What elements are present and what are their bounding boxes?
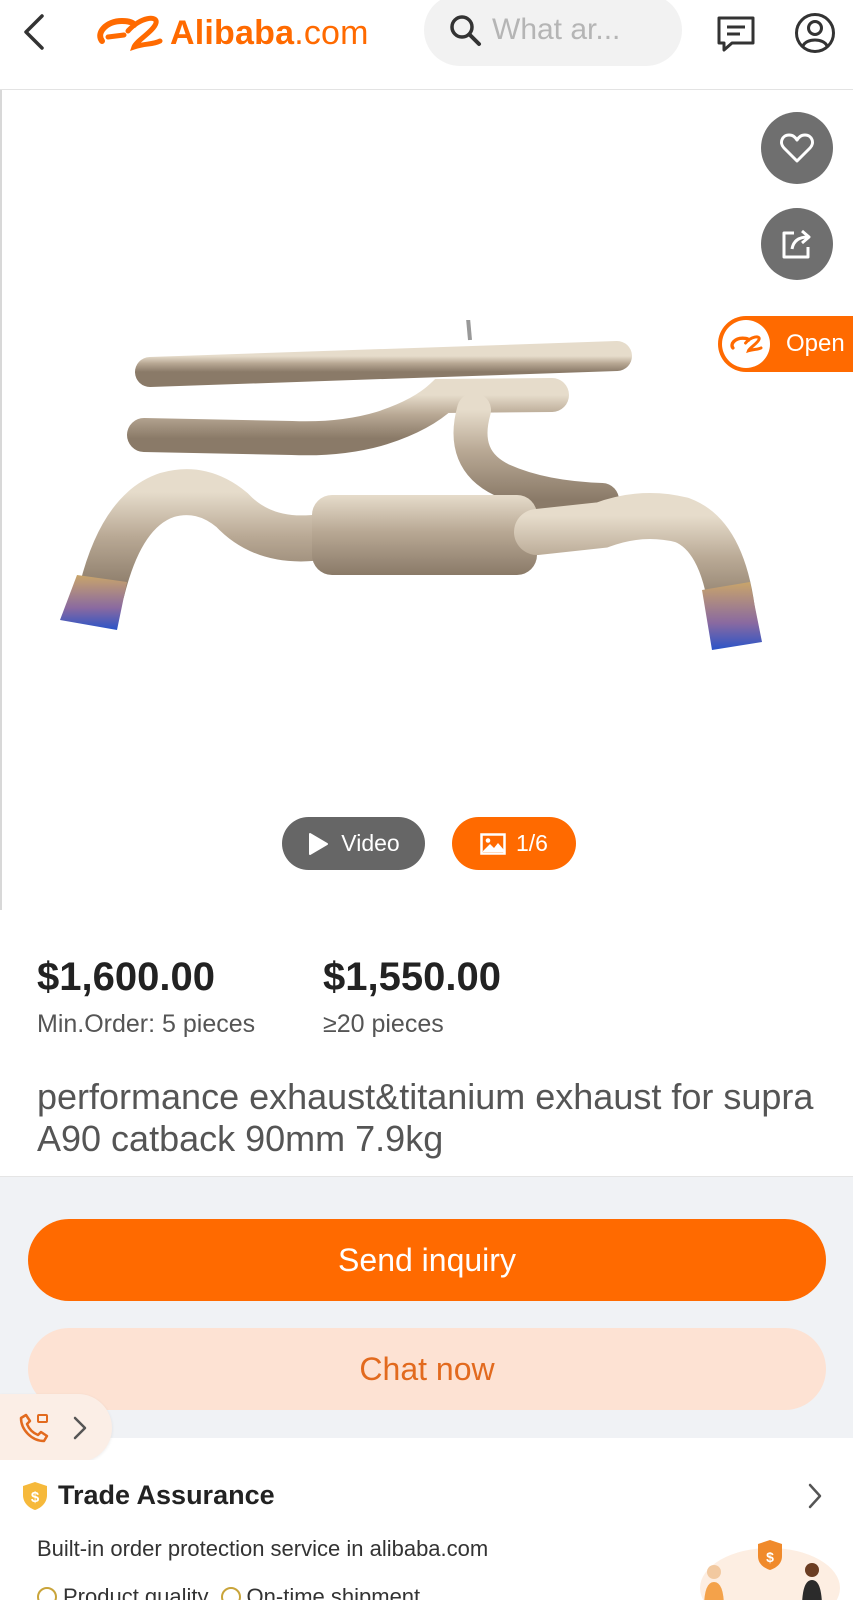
top-bar: Alibaba.com bbox=[0, 0, 853, 90]
play-icon bbox=[309, 832, 329, 855]
shield-dollar-icon: $ bbox=[23, 1481, 47, 1510]
trade-assurance-features: Product quality On-time shipment bbox=[37, 1584, 420, 1600]
logo-text: Alibaba.com bbox=[170, 13, 369, 52]
share-icon bbox=[782, 229, 811, 259]
send-inquiry-button[interactable]: Send inquiry bbox=[28, 1219, 826, 1301]
phone-call-icon bbox=[19, 1413, 49, 1443]
trade-assurance-header: $ Trade Assurance bbox=[22, 1480, 275, 1511]
check-circle-icon bbox=[37, 1587, 57, 1600]
trade-assurance-description: Built-in order protection service in ali… bbox=[37, 1536, 489, 1561]
favorite-button[interactable] bbox=[761, 112, 833, 184]
feature-label: Product quality bbox=[63, 1584, 209, 1600]
video-label: Video bbox=[341, 830, 400, 856]
search-input[interactable] bbox=[492, 13, 662, 47]
feature-item: On-time shipment bbox=[220, 1584, 421, 1600]
alibaba-logo[interactable]: Alibaba.com bbox=[94, 8, 369, 58]
chevron-left-icon bbox=[24, 14, 44, 50]
product-gallery[interactable]: Open Video 1/6 bbox=[0, 90, 853, 910]
search-box[interactable] bbox=[424, 0, 682, 66]
call-button[interactable] bbox=[0, 1394, 112, 1462]
price-value: $1,550.00 bbox=[323, 955, 501, 999]
svg-text:$: $ bbox=[31, 1489, 40, 1506]
image-count-button[interactable]: 1/6 bbox=[452, 817, 576, 870]
trade-assurance-title: Trade Assurance bbox=[58, 1480, 275, 1510]
svg-text:$: $ bbox=[766, 1549, 774, 1565]
min-order: Min.Order: 5 pieces bbox=[37, 1010, 256, 1038]
product-title: performance exhaust&titanium exhaust for… bbox=[37, 1076, 814, 1159]
heart-icon bbox=[780, 133, 814, 163]
feature-label: On-time shipment bbox=[246, 1584, 421, 1600]
chat-now-button[interactable]: Chat now bbox=[28, 1328, 826, 1410]
product-image bbox=[60, 320, 762, 650]
search-icon bbox=[450, 15, 481, 46]
message-icon bbox=[717, 16, 755, 52]
alibaba-app-icon bbox=[722, 320, 770, 368]
price-tier: $1,550.00 ≥20 pieces bbox=[323, 955, 501, 1039]
messages-button[interactable] bbox=[714, 12, 758, 56]
chevron-right-icon bbox=[73, 1416, 87, 1440]
price-tiers: $1,600.00 Min.Order: 5 pieces $1,550.00 … bbox=[37, 955, 837, 1055]
share-button[interactable] bbox=[761, 208, 833, 280]
alibaba-mark-icon bbox=[97, 15, 163, 51]
image-count: 1/6 bbox=[516, 830, 548, 856]
trade-assurance-illustration: $ bbox=[700, 1540, 840, 1600]
chevron-right-icon[interactable] bbox=[806, 1482, 824, 1510]
open-label: Open bbox=[786, 330, 845, 357]
back-button[interactable] bbox=[14, 10, 54, 54]
video-button[interactable]: Video bbox=[282, 817, 425, 870]
check-circle-icon bbox=[220, 1587, 241, 1600]
price-value: $1,600.00 bbox=[37, 955, 215, 999]
image-icon bbox=[480, 832, 506, 855]
account-button[interactable] bbox=[792, 10, 838, 56]
open-app-button[interactable]: Open bbox=[718, 316, 853, 372]
trade-assurance-section[interactable]: $ Trade Assurance Built-in order protect… bbox=[0, 1460, 853, 1600]
feature-item: Product quality bbox=[37, 1584, 209, 1600]
user-icon bbox=[795, 13, 835, 53]
quantity-condition: ≥20 pieces bbox=[323, 1010, 444, 1038]
price-tier: $1,600.00 Min.Order: 5 pieces bbox=[37, 955, 255, 1039]
action-panel: Send inquiry Chat now bbox=[0, 1176, 853, 1462]
